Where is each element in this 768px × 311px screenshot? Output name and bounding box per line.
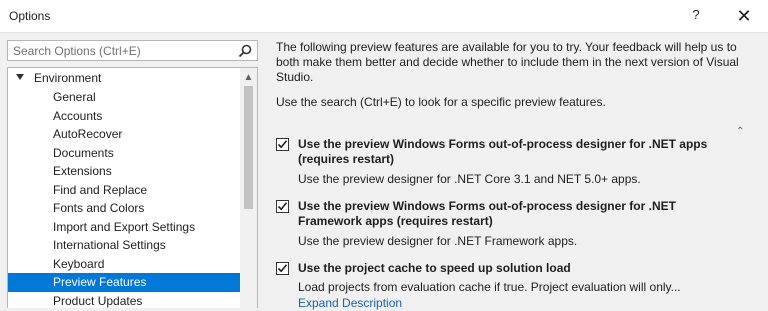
tree-item-find-and-replace[interactable]: Find and Replace xyxy=(8,181,240,200)
checkmark-icon xyxy=(277,140,288,149)
tree-item-label: Documents xyxy=(53,146,114,160)
options-tree: Environment General Accounts AutoRecover… xyxy=(7,67,258,308)
tree-item-label: Fonts and Colors xyxy=(53,201,145,215)
tree-item-label: AutoRecover xyxy=(53,127,123,141)
tree-item-accounts[interactable]: Accounts xyxy=(8,107,240,126)
tree-item-environment[interactable]: Environment xyxy=(8,69,240,88)
tree-item-preview-features[interactable]: Preview Features xyxy=(8,273,240,292)
tree-item-label: General xyxy=(53,90,96,104)
title-bar: Options ? ✕ xyxy=(0,0,768,33)
expander-down-icon[interactable] xyxy=(16,74,24,80)
tree-item-label: Preview Features xyxy=(53,275,147,289)
feature-checkbox[interactable] xyxy=(276,138,289,151)
search-input[interactable] xyxy=(8,41,237,60)
search-hint: Use the search (Ctrl+E) to look for a sp… xyxy=(276,95,606,109)
feature-description: Use the preview designer for .NET Core 3… xyxy=(298,172,641,186)
feature-checkbox[interactable] xyxy=(276,262,289,275)
tree-item-label: Product Updates xyxy=(53,294,143,308)
feature-title: Use the preview Windows Forms out-of-pro… xyxy=(298,199,676,228)
feature-description: Load projects from evaluation cache if t… xyxy=(298,280,681,294)
tree-item-label: Import and Export Settings xyxy=(53,220,196,234)
tree-item-extensions[interactable]: Extensions xyxy=(8,162,240,181)
feature-project-cache: Use the project cache to speed up soluti… xyxy=(276,261,746,311)
tree-item-international-settings[interactable]: International Settings xyxy=(8,236,240,255)
tree-item-autorecover[interactable]: AutoRecover xyxy=(8,125,240,144)
chevron-up-icon[interactable]: ▲ xyxy=(240,69,257,86)
chevron-up-icon[interactable]: ⌃ xyxy=(736,126,744,137)
close-button[interactable]: ✕ xyxy=(732,4,756,28)
checkmark-icon xyxy=(277,202,288,211)
feature-winforms-dotnet: Use the preview Windows Forms out-of-pro… xyxy=(276,137,746,193)
tree-item-label: International Settings xyxy=(53,238,166,252)
search-box[interactable] xyxy=(7,40,258,61)
search-icon[interactable] xyxy=(237,43,253,59)
tree-item-label: Keyboard xyxy=(53,257,105,271)
tree-item-product-updates[interactable]: Product Updates xyxy=(8,292,240,308)
expand-description-link[interactable]: Expand Description xyxy=(298,296,402,311)
help-button[interactable]: ? xyxy=(686,7,706,25)
window-title: Options xyxy=(9,9,51,23)
tree-item-label: Accounts xyxy=(53,109,103,123)
tree-item-general[interactable]: General xyxy=(8,88,240,107)
tree-item-label: Find and Replace xyxy=(53,183,148,197)
tree-item-keyboard[interactable]: Keyboard xyxy=(8,255,240,274)
tree-item-label: Extensions xyxy=(53,164,112,178)
checkmark-icon xyxy=(277,264,288,273)
scrollbar-thumb[interactable] xyxy=(244,86,253,209)
tree-item-documents[interactable]: Documents xyxy=(8,144,240,163)
feature-title: Use the project cache to speed up soluti… xyxy=(298,261,571,275)
feature-checkbox[interactable] xyxy=(276,200,289,213)
tree-item-fonts-and-colors[interactable]: Fonts and Colors xyxy=(8,199,240,218)
tree-scrollbar[interactable]: ▲ xyxy=(240,68,257,308)
feature-winforms-framework: Use the preview Windows Forms out-of-pro… xyxy=(276,199,746,255)
tree-item-import-export-settings[interactable]: Import and Export Settings xyxy=(8,218,240,237)
feature-description: Use the preview designer for .NET Framew… xyxy=(298,234,578,248)
intro-text: The following preview features are avail… xyxy=(276,40,739,84)
tree-root-label: Environment xyxy=(34,71,102,85)
feature-title: Use the preview Windows Forms out-of-pro… xyxy=(298,137,708,166)
